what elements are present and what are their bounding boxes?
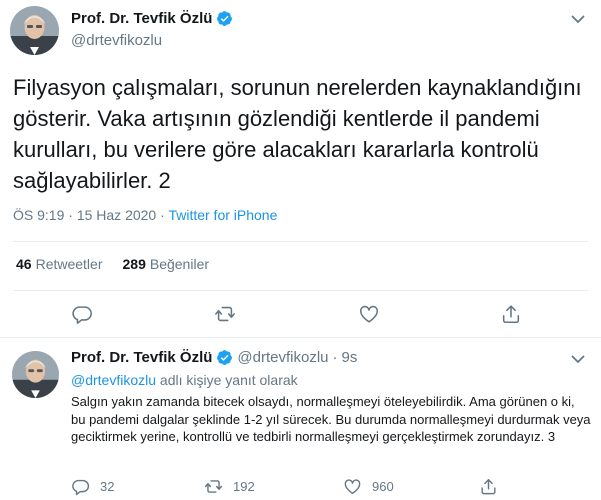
reply-icon[interactable]: [71, 303, 95, 327]
avatar[interactable]: [12, 351, 59, 398]
like-action[interactable]: 960: [343, 477, 394, 496]
reply-to-suffix: adlı kişiye yanıt olarak: [156, 372, 298, 388]
author-name[interactable]: Prof. Dr. Tevfik Özlü: [71, 349, 212, 366]
retweets-label: Retweetler: [35, 256, 103, 272]
divider: [13, 290, 588, 291]
author-handle[interactable]: @drtevfikozlu: [237, 349, 328, 366]
verified-badge-icon: [216, 349, 233, 366]
main-tweet: Prof. Dr. Tevfik Özlü @drtevfikozlu Fily…: [0, 0, 601, 343]
tweet-meta: ÖS 9:19 · 15 Haz 2020 · Twitter for iPho…: [13, 207, 277, 223]
chevron-down-icon[interactable]: [569, 350, 587, 368]
heart-icon: [344, 479, 361, 494]
reply-mention-link[interactable]: @drtevfikozlu: [71, 372, 156, 388]
verified-badge-icon: [216, 10, 233, 27]
dot-separator: ·: [332, 349, 338, 366]
retweet-count: 192: [233, 479, 255, 494]
reply-text: Salgın yakın zamanda bitecek olsaydı, no…: [71, 394, 591, 444]
retweet-action[interactable]: 192: [204, 477, 255, 496]
avatar[interactable]: [10, 6, 59, 55]
reply-header: Prof. Dr. Tevfik Özlü @drtevfikozlu · 9s: [71, 349, 357, 366]
divider: [13, 241, 588, 242]
heart-icon[interactable]: [358, 303, 382, 327]
reply-tweet[interactable]: Prof. Dr. Tevfik Özlü @drtevfikozlu · 9s…: [0, 338, 601, 500]
meta-separator: ·: [68, 207, 77, 223]
reply-actions: 32 192 960: [71, 477, 591, 497]
likes-count: 289: [122, 256, 146, 272]
author-handle[interactable]: @drtevfikozlu: [71, 32, 162, 49]
likes-label: Beğeniler: [149, 256, 210, 272]
likes-stat[interactable]: 289 Beğeniler: [123, 256, 210, 272]
author-name-row[interactable]: Prof. Dr. Tevfik Özlü: [71, 10, 233, 27]
tweet-text: Filyasyon çalışmaları, sorunun nerelerde…: [13, 75, 582, 193]
tweet-actions: [0, 303, 601, 327]
retweets-count: 46: [16, 256, 32, 272]
replying-to: @drtevfikozlu adlı kişiye yanıt olarak: [71, 372, 298, 388]
reply-action[interactable]: 32: [71, 477, 114, 496]
tweet-source-link[interactable]: Twitter for iPhone: [168, 207, 277, 223]
share-icon[interactable]: [479, 477, 508, 496]
retweet-icon: [204, 480, 223, 493]
reply-icon: [72, 479, 90, 496]
tweet-date[interactable]: 15 Haz 2020: [77, 207, 156, 223]
share-icon[interactable]: [500, 303, 524, 327]
retweets-stat[interactable]: 46 Retweetler: [16, 256, 103, 272]
tweet-time[interactable]: ÖS 9:19: [13, 207, 64, 223]
author-name[interactable]: Prof. Dr. Tevfik Özlü: [71, 10, 212, 27]
chevron-down-icon[interactable]: [569, 10, 587, 28]
reply-time[interactable]: 9s: [342, 349, 358, 366]
like-count: 960: [372, 479, 394, 494]
retweet-icon[interactable]: [214, 303, 238, 327]
tweet-stats: 46 Retweetler 289 Beğeniler: [16, 256, 209, 272]
reply-count: 32: [100, 479, 115, 494]
